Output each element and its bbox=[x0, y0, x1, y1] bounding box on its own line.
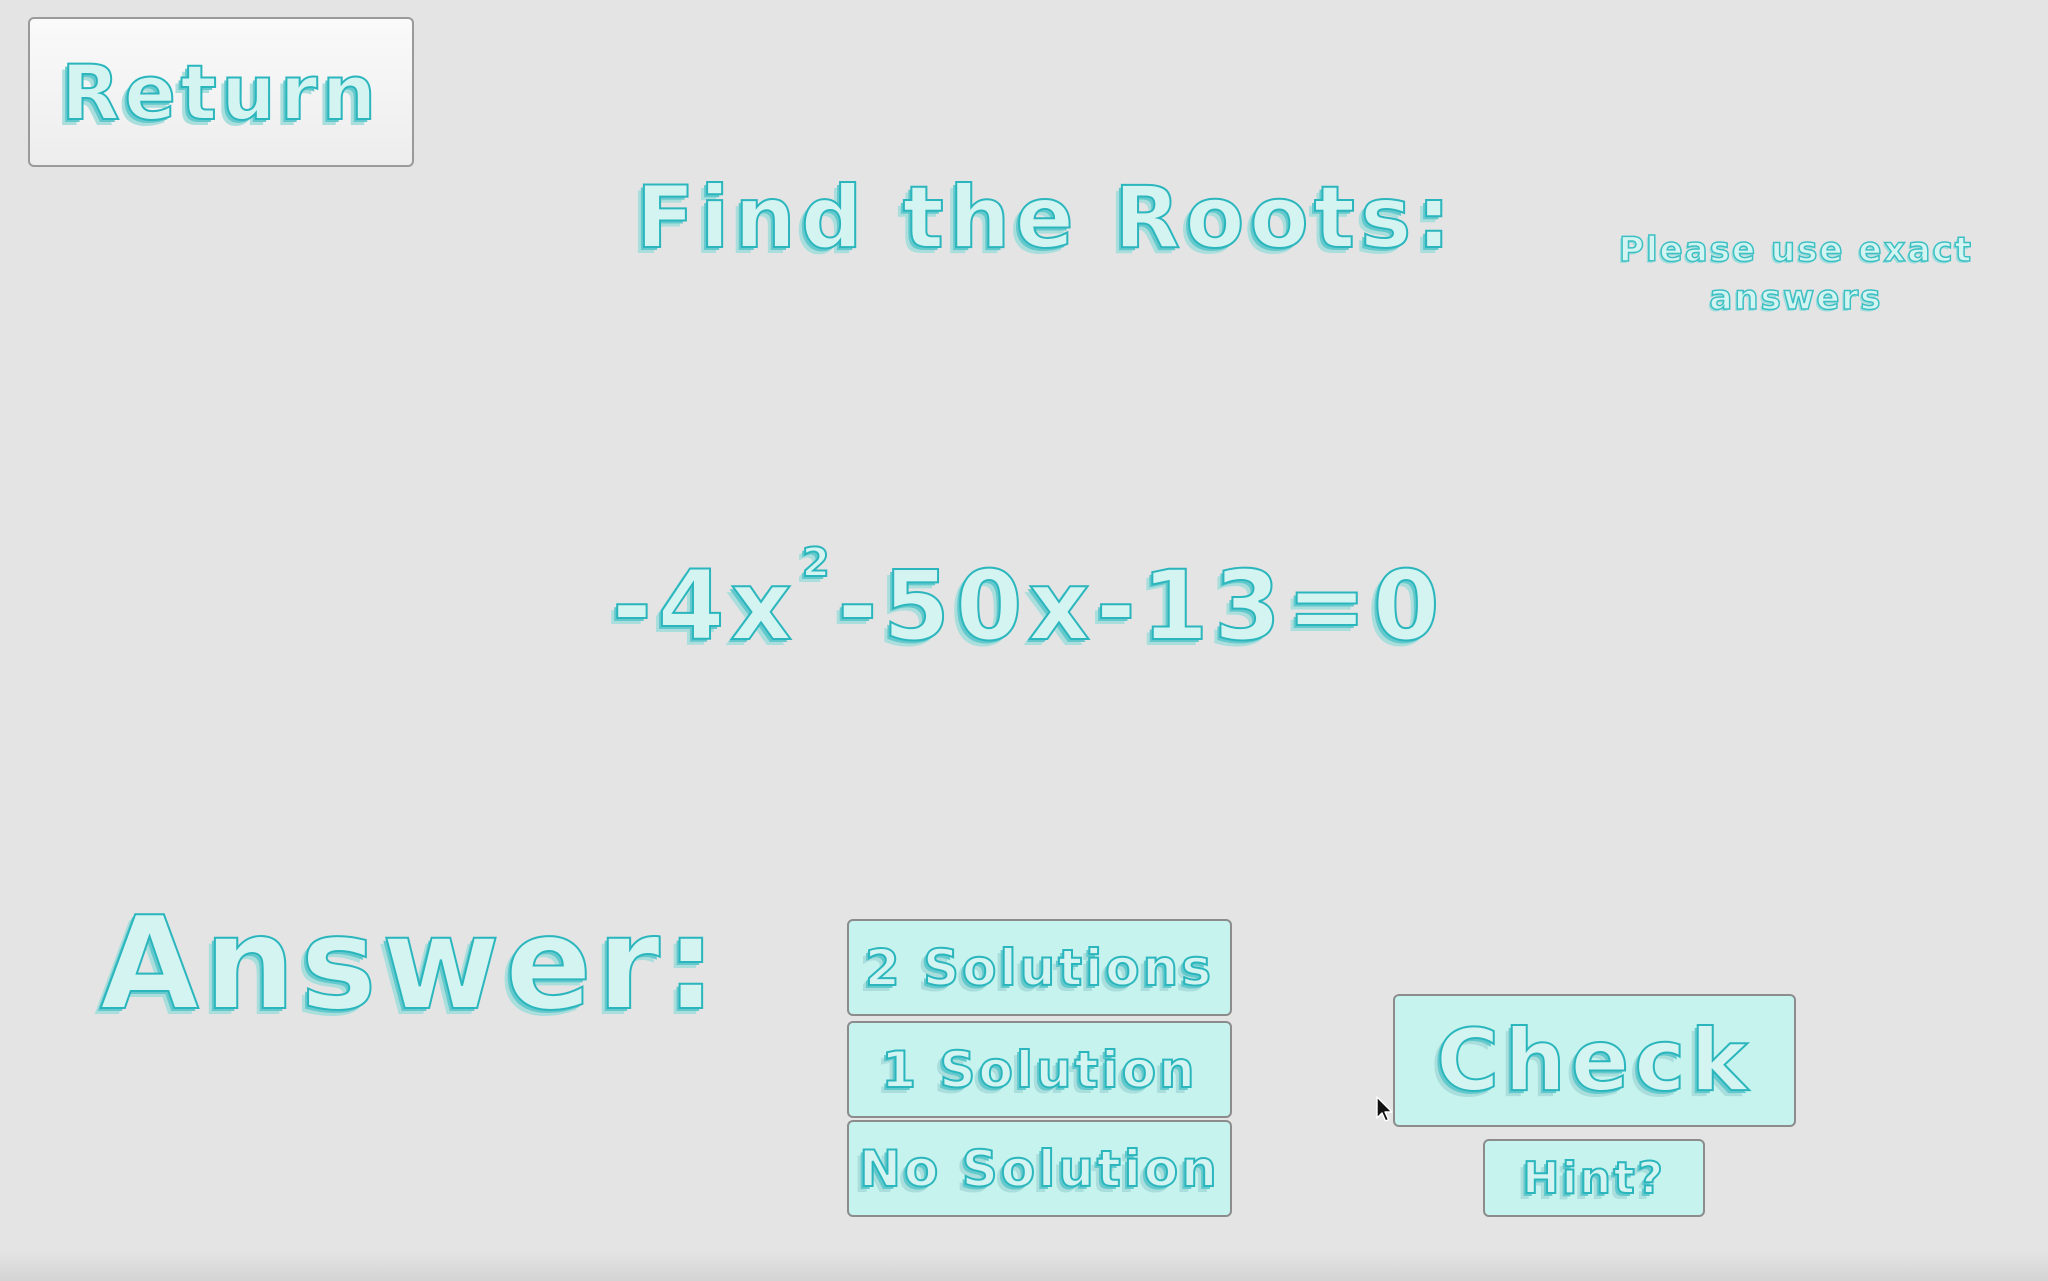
quadratic-equation: -4x 2 -50x-13=0 bbox=[611, 539, 1446, 663]
two-solutions-button[interactable]: 2 Solutions bbox=[847, 919, 1232, 1016]
return-button[interactable]: Return bbox=[28, 17, 414, 167]
equation-remaining-terms: -50x-13=0 bbox=[836, 549, 1446, 663]
equation-leading-term: -4x bbox=[611, 549, 798, 663]
mouse-cursor-icon bbox=[1376, 1096, 1393, 1122]
no-solution-button[interactable]: No Solution bbox=[847, 1120, 1232, 1217]
hint-button[interactable]: Hint? bbox=[1483, 1139, 1705, 1217]
check-button[interactable]: Check bbox=[1393, 994, 1796, 1127]
equation-exponent: 2 bbox=[801, 539, 836, 587]
no-solution-label: No Solution bbox=[858, 1139, 1220, 1199]
one-solution-button[interactable]: 1 Solution bbox=[847, 1021, 1232, 1118]
bottom-edge-shadow bbox=[0, 1250, 2048, 1281]
two-solutions-label: 2 Solutions bbox=[864, 938, 1215, 998]
check-label: Check bbox=[1435, 1010, 1753, 1112]
exact-answers-note: Please use exact answers bbox=[1618, 229, 1974, 319]
page-title: Find the Roots: bbox=[635, 167, 1457, 269]
answer-heading: Answer: bbox=[99, 889, 722, 1040]
return-label: Return bbox=[60, 47, 381, 138]
game-screen: Return Find the Roots: Please use exact … bbox=[0, 0, 2048, 1281]
one-solution-label: 1 Solution bbox=[880, 1040, 1198, 1100]
hint-label: Hint? bbox=[1522, 1152, 1666, 1205]
